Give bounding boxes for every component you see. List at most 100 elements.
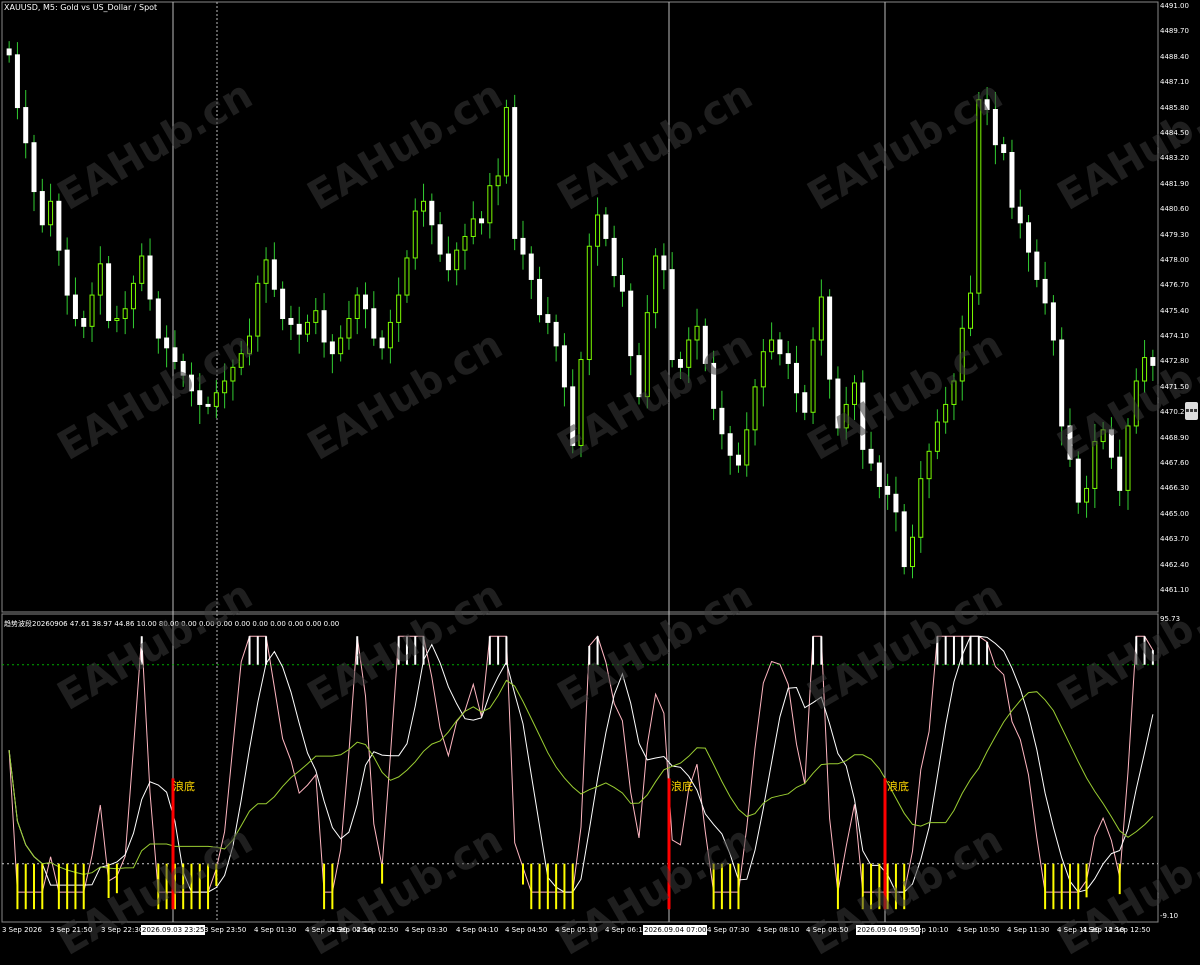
candle-body [553,321,559,347]
candle [1117,439,1123,507]
price-tick: 4485.80 [1160,103,1189,112]
price-tick: 4481.90 [1160,179,1189,188]
candle-body [1050,302,1056,341]
time-tick: 4 Sep 04:50 [505,926,548,934]
price-scale-handle[interactable]: ▪▪▪ [1185,402,1198,420]
candle-body [147,255,153,300]
candle-body [371,308,377,339]
candle-body [263,259,269,284]
candle [56,193,62,266]
candle-body [802,392,808,413]
candle-body [271,259,277,290]
candle [628,283,634,376]
candle [603,207,609,247]
candle [371,291,377,346]
time-marker-label: 2026.09.04 09:50 [856,925,921,935]
candle [462,223,468,270]
candle [130,275,136,329]
candle [14,42,20,120]
candle [338,325,344,362]
candle [719,390,725,450]
candle [1042,261,1048,315]
price-tick: 4476.70 [1160,281,1189,290]
time-tick: 3 Sep 22:30 [101,926,144,934]
candle-body [255,282,261,337]
candle-body [1117,456,1123,491]
candle [296,306,302,354]
candle [1001,136,1007,161]
candle [72,277,78,327]
candle-body [810,339,816,413]
candle-body [893,493,899,513]
candle-body [1026,222,1032,253]
candle-body [1059,339,1065,427]
candle-body [130,282,136,310]
candle [404,250,410,303]
candle [305,314,311,342]
candle [363,282,369,329]
candle [595,197,601,266]
candle-body [1150,357,1156,366]
candle [255,275,261,352]
candle-body [296,323,302,335]
candle [918,461,924,553]
candle-body [387,321,393,349]
candle-body [48,200,54,226]
candle-body [628,290,634,357]
candle-body [744,429,750,466]
wave-label-2: 浪底 [671,780,693,793]
time-tick: 4 Sep 08:50 [806,926,849,934]
candle [777,332,783,366]
candle-body [910,536,916,568]
candle [528,246,534,299]
symbol-title: XAUUSD, M5: Gold vs US_Dollar / Spot [4,3,158,12]
candle [586,233,592,376]
indicator-axis-top: 95.73 [1160,615,1181,623]
candle-body [528,253,534,280]
candle-body [818,296,824,341]
candle [934,409,940,460]
candle-body [155,298,161,339]
candle-body [23,107,29,144]
candle-body [479,218,485,224]
candle [760,339,766,407]
candle [802,384,808,421]
wave-label-3: 浪底 [887,780,909,793]
candle [114,305,120,333]
price-tick: 4479.30 [1160,230,1189,239]
candle [1050,295,1056,356]
candle [885,473,891,510]
candle-body [14,54,20,109]
candle-body [288,318,294,325]
candle [81,310,87,339]
candle-body [404,257,410,296]
candle-body [1042,278,1048,304]
candle-body [752,386,758,431]
time-tick: 4 Sep 12:50 [1108,926,1151,934]
candle-body [470,218,476,237]
candle-body [512,107,518,239]
time-tick: 4 Sep 07:30 [707,926,750,934]
candle-body [81,318,87,327]
candle [23,89,29,159]
candle-body [735,454,741,466]
price-tick: 4461.10 [1160,586,1189,594]
candle-body [901,511,907,568]
candle-body [868,448,874,464]
candle [470,201,476,245]
candle-body [379,337,385,349]
candle [64,237,70,315]
candle [553,314,559,362]
candle-body [793,362,799,394]
candle [6,41,12,63]
candle [437,212,443,262]
price-tick: 4488.40 [1160,52,1189,61]
candle [387,309,393,364]
candle-body [31,142,37,193]
candle [1026,214,1032,272]
candle [769,322,775,360]
candle [876,455,882,499]
candle [901,504,907,575]
price-tick: 4480.60 [1160,205,1189,214]
candle-body [943,403,949,423]
